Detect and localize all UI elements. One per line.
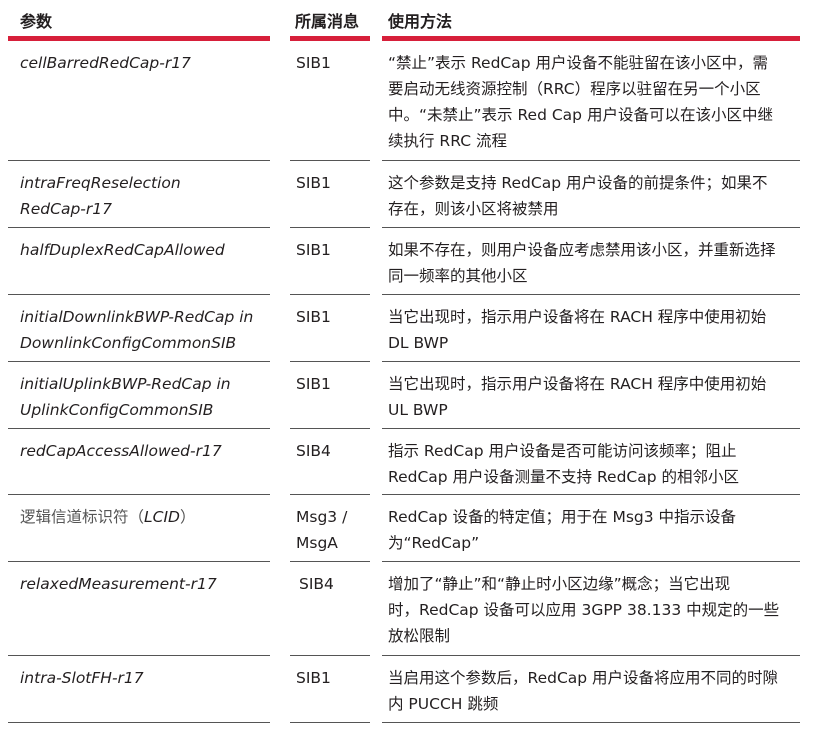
param-cell: redCapAccessAllowed-r17 xyxy=(20,442,222,460)
usage-line: 时，RedCap 设备可以应用 3GPP 38.133 中规定的一些 xyxy=(388,601,780,619)
param-cell: initialDownlinkBWP-RedCap in DownlinkCon… xyxy=(20,295,275,356)
message-cell: SIB1 xyxy=(296,241,331,259)
table-row: halfDuplexRedCapAllowed SIB1 如果不存在，则用户设备… xyxy=(0,228,822,294)
table-row: intraFreqReselection RedCap-r17 SIB1 这个参… xyxy=(0,161,822,227)
table-row: redCapAccessAllowed-r17 SIB4 指示 RedCap 用… xyxy=(0,429,822,495)
message-cell: Msg3 / MsgA xyxy=(296,495,376,556)
usage-line: 当启用这个参数后，RedCap 用户设备将应用不同的时隙 xyxy=(388,669,779,687)
param-cell: relaxedMeasurement-r17 xyxy=(20,575,217,593)
param-prefix: 逻辑信道标识符（ xyxy=(20,508,145,526)
header-param: 参数 xyxy=(20,12,53,31)
usage-line: 这个参数是支持 RedCap 用户设备的前提条件；如果不 xyxy=(388,174,768,192)
param-cell: initialUplinkBWP-RedCap in UplinkConfigC… xyxy=(20,362,275,423)
usage-cell: 当它出现时，指示用户设备将在 RACH 程序中使用初始 UL BWP xyxy=(388,362,808,423)
table-row: relaxedMeasurement-r17 SIB4 增加了“静止”和“静止时… xyxy=(0,562,822,655)
message-cell: SIB4 xyxy=(296,442,331,460)
message-cell: SIB1 xyxy=(296,669,331,687)
usage-line: 为“RedCap” xyxy=(388,534,480,552)
param-cell: cellBarredRedCap-r17 xyxy=(20,54,191,72)
usage-line: 当它出现时，指示用户设备将在 RACH 程序中使用初始 xyxy=(388,375,767,393)
usage-line: RedCap 设备的特定值；用于在 Msg3 中指示设备 xyxy=(388,508,737,526)
param-line: intraFreqReselection xyxy=(20,174,181,192)
table-row: cellBarredRedCap-r17 SIB1 “禁止”表示 RedCap … xyxy=(0,41,822,161)
usage-line: DL BWP xyxy=(388,334,449,352)
usage-cell: 指示 RedCap 用户设备是否可能访问该频率；阻止 RedCap 用户设备测量… xyxy=(388,429,808,490)
usage-line: RedCap 用户设备测量不支持 RedCap 的相邻小区 xyxy=(388,468,739,486)
message-cell: SIB1 xyxy=(296,54,331,72)
usage-line: 要启动无线资源控制（RRC）程序以驻留在另一个小区 xyxy=(388,80,761,98)
usage-line: UL BWP xyxy=(388,401,448,419)
message-cell: SIB1 xyxy=(296,174,331,192)
usage-cell: “禁止”表示 RedCap 用户设备不能驻留在该小区中，需 要启动无线资源控制（… xyxy=(388,41,808,154)
row-divider xyxy=(8,722,270,723)
param-line: UplinkConfigCommonSIB xyxy=(20,401,214,419)
usage-line: 如果不存在，则用户设备应考虑禁用该小区，并重新选择 xyxy=(388,241,776,259)
message-cell: SIB1 xyxy=(296,308,331,326)
header-message: 所属消息 xyxy=(295,12,360,31)
usage-cell: RedCap 设备的特定值；用于在 Msg3 中指示设备 为“RedCap” xyxy=(388,495,808,556)
usage-line: 续执行 RRC 流程 xyxy=(388,132,507,150)
usage-line: 当它出现时，指示用户设备将在 RACH 程序中使用初始 xyxy=(388,308,767,326)
param-cell: intra-SlotFH-r17 xyxy=(20,669,144,687)
header-usage: 使用方法 xyxy=(388,12,453,31)
param-suffix: ） xyxy=(179,508,196,526)
usage-cell: 增加了“静止”和“静止时小区边缘”概念；当它出现 时，RedCap 设备可以应用… xyxy=(388,562,808,649)
param-line: DownlinkConfigCommonSIB xyxy=(20,334,237,352)
param-cell: halfDuplexRedCapAllowed xyxy=(20,241,225,259)
message-cell: SIB1 xyxy=(296,375,331,393)
usage-line: 同一频率的其他小区 xyxy=(388,267,528,285)
usage-line: 指示 RedCap 用户设备是否可能访问该频率；阻止 xyxy=(388,442,737,460)
row-divider xyxy=(290,722,370,723)
table-row: initialUplinkBWP-RedCap in UplinkConfigC… xyxy=(0,362,822,428)
message-cell: SIB4 xyxy=(299,575,334,593)
param-cell: 逻辑信道标识符（LCID） xyxy=(20,495,275,530)
usage-line: 增加了“静止”和“静止时小区边缘”概念；当它出现 xyxy=(388,575,731,593)
row-divider xyxy=(382,722,800,723)
param-line: RedCap-r17 xyxy=(20,200,112,218)
table-row: 逻辑信道标识符（LCID） Msg3 / MsgA RedCap 设备的特定值；… xyxy=(0,495,822,561)
usage-cell: 这个参数是支持 RedCap 用户设备的前提条件；如果不 存在，则该小区将被禁用 xyxy=(388,161,808,222)
param-italic: LCID xyxy=(144,508,180,526)
usage-cell: 当它出现时，指示用户设备将在 RACH 程序中使用初始 DL BWP xyxy=(388,295,808,356)
usage-line: 存在，则该小区将被禁用 xyxy=(388,200,559,218)
table-header: 参数 所属消息 使用方法 xyxy=(0,0,822,41)
usage-line: “禁止”表示 RedCap 用户设备不能驻留在该小区中，需 xyxy=(388,54,769,72)
usage-line: 中。“未禁止”表示 Red Cap 用户设备可以在该小区中继 xyxy=(388,106,773,124)
message-line: Msg3 / xyxy=(296,508,348,526)
usage-cell: 如果不存在，则用户设备应考虑禁用该小区，并重新选择 同一频率的其他小区 xyxy=(388,228,808,289)
usage-cell: 当启用这个参数后，RedCap 用户设备将应用不同的时隙 内 PUCCH 跳频 xyxy=(388,656,808,717)
table-row: intra-SlotFH-r17 SIB1 当启用这个参数后，RedCap 用户… xyxy=(0,656,822,722)
param-line: initialDownlinkBWP-RedCap in xyxy=(20,308,254,326)
usage-line: 放松限制 xyxy=(388,627,451,645)
usage-line: 内 PUCCH 跳频 xyxy=(388,695,499,713)
message-line: MsgA xyxy=(296,534,338,552)
param-line: initialUplinkBWP-RedCap in xyxy=(20,375,231,393)
table-row: initialDownlinkBWP-RedCap in DownlinkCon… xyxy=(0,295,822,361)
param-cell: intraFreqReselection RedCap-r17 xyxy=(20,161,275,222)
